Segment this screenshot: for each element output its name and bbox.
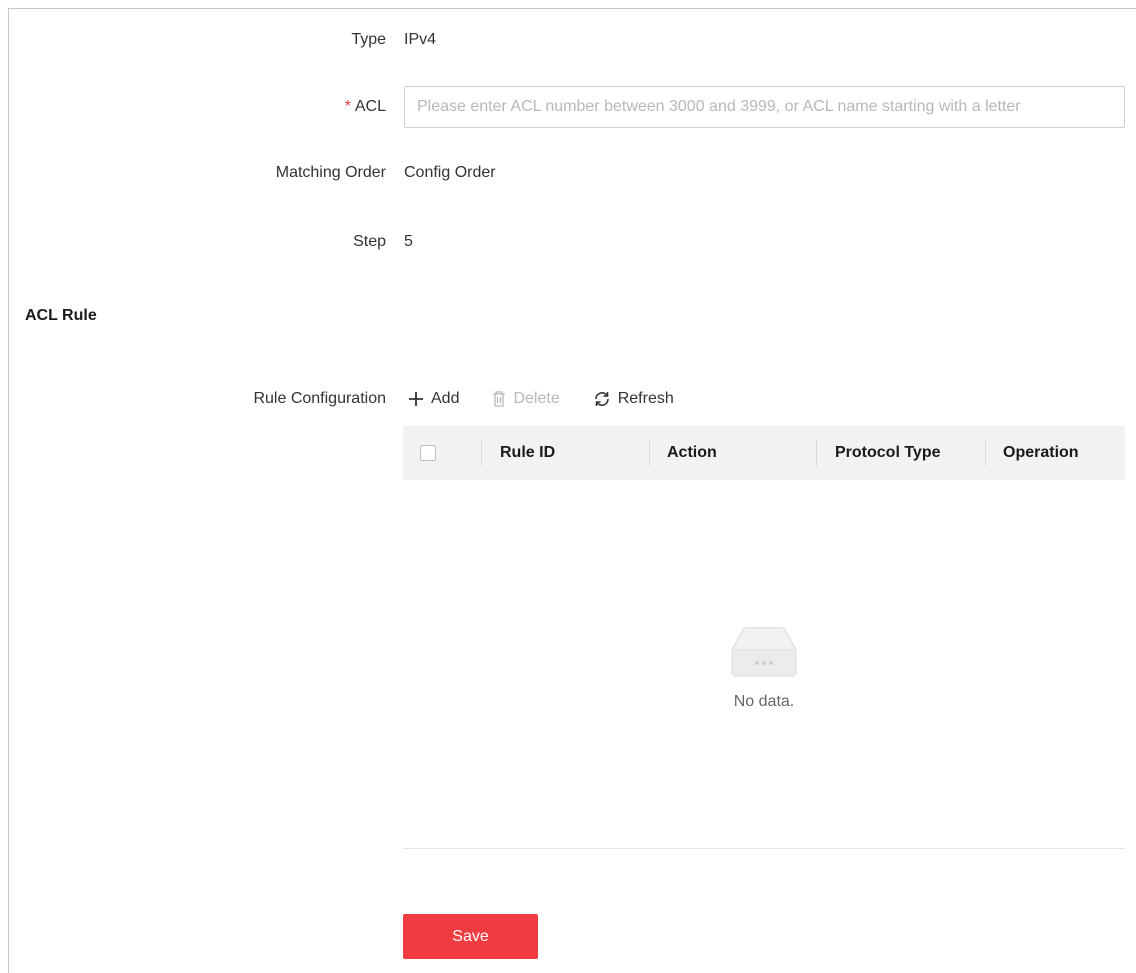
col-protocol-type[interactable]: Protocol Type [835, 426, 941, 480]
column-divider [649, 440, 650, 466]
type-label: Type [351, 31, 386, 48]
matching-order-row: Matching Order Config Order [0, 157, 1136, 189]
step-label: Step [353, 233, 386, 250]
refresh-button[interactable]: Refresh [592, 390, 674, 408]
select-all-cell [420, 426, 436, 480]
required-mark: * [344, 98, 351, 115]
save-button[interactable]: Save [403, 914, 538, 959]
matching-order-value: Config Order [404, 164, 496, 181]
refresh-icon [594, 392, 609, 406]
matching-order-label: Matching Order [275, 164, 386, 181]
step-value: 5 [404, 233, 413, 250]
column-divider [816, 440, 817, 466]
acl-label: ACL [354, 98, 386, 115]
step-row: Step 5 [0, 226, 1136, 258]
rules-table-empty: No data. [403, 480, 1125, 848]
trash-icon [493, 391, 506, 407]
plus-icon [409, 392, 423, 406]
delete-button-label: Delete [513, 390, 560, 407]
column-divider [985, 440, 986, 466]
add-button[interactable]: Add [407, 390, 459, 408]
acl-rule-section-title: ACL Rule [25, 307, 97, 324]
acl-input[interactable] [404, 86, 1125, 128]
type-value: IPv4 [404, 31, 437, 48]
empty-text: No data. [733, 693, 795, 710]
col-action[interactable]: Action [667, 426, 717, 480]
add-button-label: Add [431, 390, 460, 407]
delete-button[interactable]: Delete [491, 390, 560, 408]
column-divider [481, 440, 482, 466]
acl-label-wrap: * ACL [345, 91, 386, 123]
empty-box-icon [730, 627, 798, 677]
rule-config-label: Rule Configuration [253, 390, 386, 407]
col-operation[interactable]: Operation [1003, 426, 1079, 480]
refresh-button-label: Refresh [617, 390, 674, 407]
select-all-checkbox[interactable] [420, 445, 436, 461]
rules-table-header: Rule ID Action Protocol Type Operation [403, 426, 1125, 480]
table-bottom-divider [403, 848, 1125, 849]
rule-toolbar: Add Delete Refresh [407, 385, 706, 413]
type-row: Type IPv4 [0, 24, 1136, 56]
col-rule-id[interactable]: Rule ID [500, 426, 555, 480]
